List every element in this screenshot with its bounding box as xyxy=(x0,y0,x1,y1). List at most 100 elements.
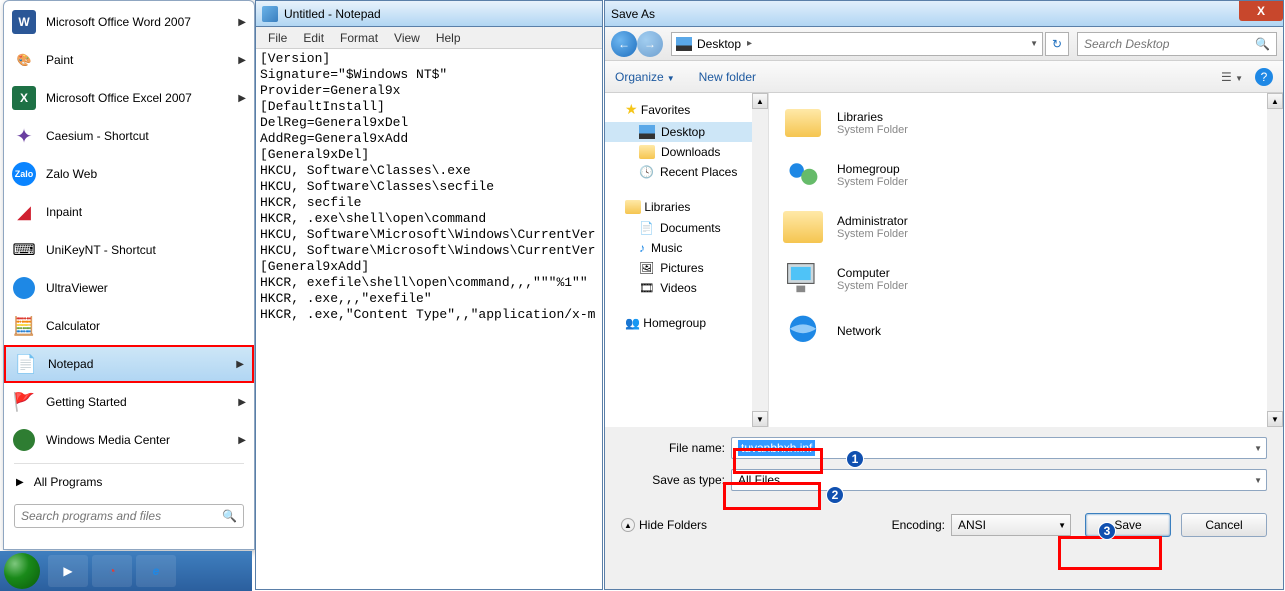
folder-item-libraries[interactable]: LibrariesSystem Folder xyxy=(769,97,1283,149)
saveastype-select[interactable]: All Files ▼ xyxy=(731,469,1267,491)
start-item-label: UniKeyNT - Shortcut xyxy=(46,243,156,257)
libraries-icon xyxy=(625,200,641,214)
tree-item-desktop[interactable]: Desktop xyxy=(605,122,768,142)
start-menu-list: W Microsoft Office Word 2007 ▶ 🎨 Paint ▶… xyxy=(4,1,254,461)
hide-folders-button[interactable]: ▲ Hide Folders xyxy=(621,518,707,532)
filename-input[interactable]: tuvanbhxh.inf ▼ xyxy=(731,437,1267,459)
start-item-notepad[interactable]: 📄 Notepad ▶ xyxy=(4,345,254,383)
taskbar-app-button[interactable]: ◔ xyxy=(92,555,132,587)
all-programs-label: All Programs xyxy=(34,475,103,489)
organize-button[interactable]: Organize▼ xyxy=(615,70,675,84)
menu-edit[interactable]: Edit xyxy=(295,31,332,45)
chevron-down-icon[interactable]: ▼ xyxy=(1030,39,1038,48)
start-item-label: Zalo Web xyxy=(46,167,97,181)
scroll-down-icon[interactable]: ▼ xyxy=(1267,411,1283,427)
cancel-button[interactable]: Cancel xyxy=(1181,513,1267,537)
start-item-label: Microsoft Office Word 2007 xyxy=(46,15,191,29)
save-as-dialog: Save As X ← → Desktop ▸ ▼ ↻ 🔍 Organize▼ … xyxy=(604,0,1284,590)
menu-view[interactable]: View xyxy=(386,31,428,45)
back-button[interactable]: ← xyxy=(611,31,637,57)
taskbar: ▶ ◔ e xyxy=(0,551,252,591)
new-folder-button[interactable]: New folder xyxy=(699,70,756,84)
start-item-ultraviewer[interactable]: UltraViewer xyxy=(4,269,254,307)
start-item-getting-started[interactable]: 🚩 Getting Started ▶ xyxy=(4,383,254,421)
saveas-tree[interactable]: ★ Favorites Desktop Downloads 🕓Recent Pl… xyxy=(605,93,769,427)
tree-scrollbar[interactable]: ▲ ▼ xyxy=(752,93,768,427)
all-programs-button[interactable]: ▶ All Programs xyxy=(4,466,254,498)
tree-favorites-header[interactable]: ★ Favorites xyxy=(605,97,768,122)
start-item-inpaint[interactable]: ◢ Inpaint xyxy=(4,193,254,231)
forward-arrow-icon: → xyxy=(644,37,656,51)
tree-item-music[interactable]: ♪Music xyxy=(605,238,768,258)
tree-libraries-header[interactable]: Libraries xyxy=(605,196,768,218)
saveas-titlebar[interactable]: Save As X xyxy=(605,1,1283,27)
start-item-unikey[interactable]: ⌨ UniKeyNT - Shortcut xyxy=(4,231,254,269)
notepad-title: Untitled - Notepad xyxy=(284,7,381,21)
forward-button[interactable]: → xyxy=(637,31,663,57)
start-item-paint[interactable]: 🎨 Paint ▶ xyxy=(4,41,254,79)
submenu-arrow-icon: ▶ xyxy=(238,435,246,446)
view-options-button[interactable]: ☰ ▼ xyxy=(1221,70,1243,84)
tree-item-videos[interactable]: 🎞Videos xyxy=(605,278,768,298)
app-icon: ◔ xyxy=(108,564,115,578)
start-item-label: Windows Media Center xyxy=(46,433,170,447)
start-item-wmc[interactable]: Windows Media Center ▶ xyxy=(4,421,254,459)
folder-item-administrator[interactable]: AdministratorSystem Folder xyxy=(769,201,1283,253)
annotation-number-2: 2 xyxy=(826,486,844,504)
saveas-search-input[interactable] xyxy=(1084,37,1255,51)
tree-item-pictures[interactable]: 🖼Pictures xyxy=(605,258,768,278)
start-item-excel[interactable]: X Microsoft Office Excel 2007 ▶ xyxy=(4,79,254,117)
recent-icon: 🕓 xyxy=(639,165,654,179)
help-button[interactable]: ? xyxy=(1255,68,1273,86)
triangle-icon: ▶ xyxy=(16,477,24,488)
getting-started-icon: 🚩 xyxy=(10,388,38,416)
start-search-input[interactable] xyxy=(21,509,222,523)
start-item-zalo[interactable]: Zalo Zalo Web xyxy=(4,155,254,193)
desktop-icon xyxy=(676,37,692,51)
notepad-titlebar[interactable]: Untitled - Notepad xyxy=(256,1,602,27)
menu-help[interactable]: Help xyxy=(428,31,469,45)
tree-item-recent[interactable]: 🕓Recent Places xyxy=(605,162,768,182)
tree-homegroup-header[interactable]: 👥 Homegroup xyxy=(605,312,768,334)
start-item-word[interactable]: W Microsoft Office Word 2007 ▶ xyxy=(4,3,254,41)
desktop-icon xyxy=(639,125,655,139)
homegroup-icon: 👥 xyxy=(625,316,640,330)
saveas-body: ★ Favorites Desktop Downloads 🕓Recent Pl… xyxy=(605,93,1283,427)
downloads-icon xyxy=(639,145,655,159)
encoding-select[interactable]: ANSI ▼ xyxy=(951,514,1071,536)
user-folder-icon xyxy=(783,211,823,243)
scroll-up-icon[interactable]: ▲ xyxy=(752,93,768,109)
zalo-icon: Zalo xyxy=(12,162,36,186)
excel-icon: X xyxy=(12,86,36,110)
saveas-folder-list[interactable]: LibrariesSystem Folder HomegroupSystem F… xyxy=(769,93,1283,427)
close-button[interactable]: X xyxy=(1239,1,1283,21)
chevron-down-icon[interactable]: ▼ xyxy=(1058,521,1066,530)
notepad-textarea[interactable]: [Version] Signature="$Windows NT$" Provi… xyxy=(256,49,602,325)
folder-scrollbar[interactable]: ▲ ▼ xyxy=(1267,93,1283,427)
calculator-icon: 🧮 xyxy=(10,312,38,340)
folder-item-homegroup[interactable]: HomegroupSystem Folder xyxy=(769,149,1283,201)
address-bar[interactable]: Desktop ▸ ▼ xyxy=(671,32,1043,56)
menu-file[interactable]: File xyxy=(260,31,295,45)
start-orb-button[interactable] xyxy=(4,553,40,589)
encoding-label: Encoding: xyxy=(892,518,945,532)
start-item-calculator[interactable]: 🧮 Calculator xyxy=(4,307,254,345)
start-item-label: Notepad xyxy=(48,357,93,371)
tree-item-downloads[interactable]: Downloads xyxy=(605,142,768,162)
folder-item-network[interactable]: Network xyxy=(769,305,1283,357)
scroll-up-icon[interactable]: ▲ xyxy=(1267,93,1283,109)
refresh-button[interactable]: ↻ xyxy=(1045,32,1069,56)
folder-item-computer[interactable]: ComputerSystem Folder xyxy=(769,253,1283,305)
taskbar-wmp-button[interactable]: ▶ xyxy=(48,555,88,587)
chevron-down-icon[interactable]: ▼ xyxy=(1254,444,1262,453)
tree-item-documents[interactable]: 📄Documents xyxy=(605,218,768,238)
paint-icon: 🎨 xyxy=(12,48,36,72)
network-icon xyxy=(781,311,825,351)
menu-format[interactable]: Format xyxy=(332,31,386,45)
saveas-navbar: ← → Desktop ▸ ▼ ↻ 🔍 xyxy=(605,27,1283,61)
chevron-down-icon[interactable]: ▼ xyxy=(1254,476,1262,485)
breadcrumb-arrow-icon[interactable]: ▸ xyxy=(747,38,752,49)
start-item-caesium[interactable]: ✦ Caesium - Shortcut xyxy=(4,117,254,155)
taskbar-ie-button[interactable]: e xyxy=(136,555,176,587)
scroll-down-icon[interactable]: ▼ xyxy=(752,411,768,427)
